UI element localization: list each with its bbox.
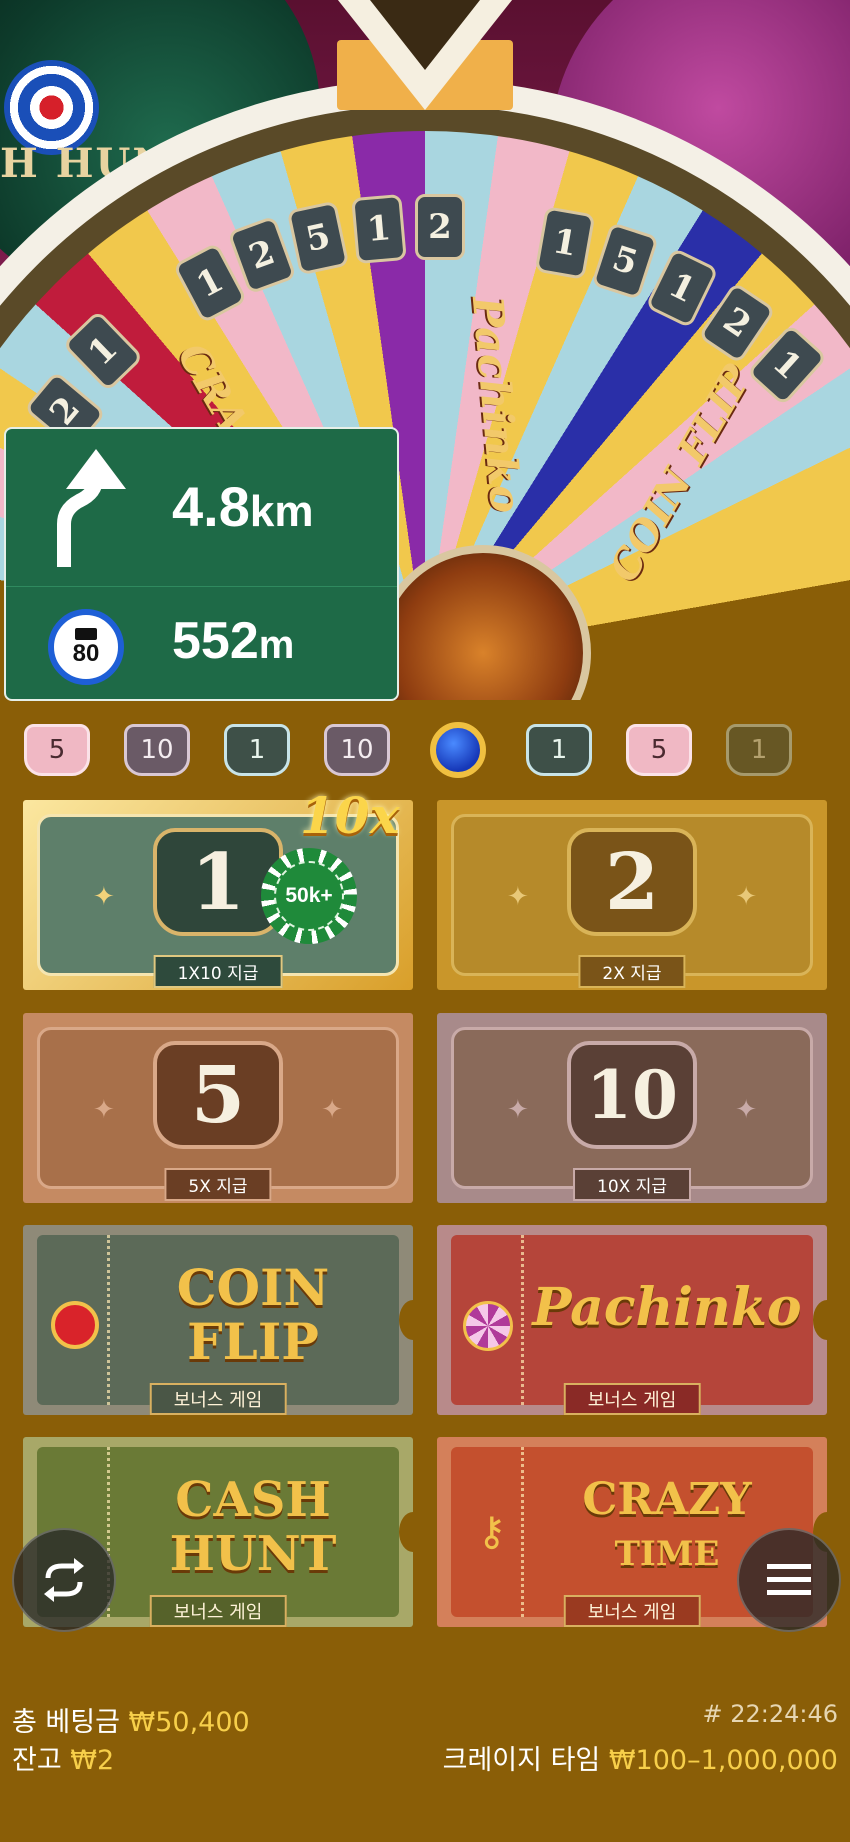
star-icon: ✦: [93, 882, 115, 912]
coin-flip-title: COIN FLIP: [176, 1258, 330, 1371]
ticket-notch: [399, 1300, 413, 1340]
payout-label: 1X10 지급: [153, 955, 283, 988]
ticket-stub: [451, 1235, 524, 1405]
hamburger-menu-icon: [767, 1564, 811, 1595]
star-icon: ✦: [93, 1095, 115, 1125]
speed-camera-icon: 80: [48, 609, 124, 685]
round-id: # 22:24:46: [702, 1700, 838, 1728]
ticket-notch: [813, 1300, 827, 1340]
total-bet-value: ₩50,400: [128, 1707, 250, 1738]
wheel-segment: 2: [415, 194, 465, 260]
star-icon: ✦: [735, 1095, 757, 1125]
star-icon: ✦: [507, 882, 529, 912]
rotate-arrows-icon: [44, 1558, 84, 1602]
bonus-game-label: 보너스 게임: [563, 1595, 701, 1627]
coin-icon: [51, 1301, 99, 1349]
bonus-game-label: 보너스 게임: [563, 1383, 701, 1415]
payout-label: 5X 지급: [164, 1168, 272, 1201]
bonus-game-label: 보너스 게임: [149, 1383, 287, 1415]
limits-value: ₩100–1,000,000: [608, 1745, 838, 1776]
cash-hunt-title: CASH HUNT: [169, 1472, 337, 1582]
turn-right-arrow-icon: [57, 449, 126, 567]
wheel-pointer-inner: [370, 0, 480, 70]
pachinko-title: Pachinko: [532, 1277, 802, 1338]
bet-number: 5: [153, 1041, 283, 1149]
bet-spot-10[interactable]: ✦ ✦ 10 10X 지급: [437, 1013, 827, 1203]
history-bonus-icon: [430, 722, 486, 778]
total-bet: 총 베팅금 ₩50,400: [12, 1707, 250, 1738]
star-icon: ✦: [735, 882, 757, 912]
payout-label: 2X 지급: [578, 955, 686, 988]
bet-number: 10: [567, 1041, 697, 1149]
wheel-segment: 1: [351, 193, 407, 265]
star-icon: ✦: [321, 1095, 343, 1125]
menu-button[interactable]: [737, 1528, 841, 1632]
payout-label: 10X 지급: [573, 1168, 691, 1201]
history-result: 1: [526, 724, 592, 776]
game-limits: 크레이지 타임 ₩100–1,000,000: [442, 1745, 838, 1776]
history-result: 5: [24, 724, 90, 776]
balance-value: ₩2: [70, 1745, 115, 1776]
bet-spot-pachinko[interactable]: Pachinko 보너스 게임: [437, 1225, 827, 1415]
speed-limit: 80: [72, 640, 100, 667]
ticket-stub: [37, 1235, 110, 1405]
camera-icon: [75, 628, 97, 640]
ticket-stub: ⚷: [451, 1447, 524, 1617]
history-result: 1: [726, 724, 792, 776]
key-icon: ⚷: [477, 1509, 507, 1555]
star-icon: ✦: [507, 1095, 529, 1125]
top-slot-multiplier: 10x: [300, 786, 400, 845]
history-result: 1: [224, 724, 290, 776]
history-result: 10: [324, 724, 390, 776]
bet-spot-5[interactable]: ✦ ✦ 5 5X 지급: [23, 1013, 413, 1203]
history-result: 10: [124, 724, 190, 776]
rotate-view-button[interactable]: [12, 1528, 116, 1632]
bet-info-footer: 총 베팅금 ₩50,400 # 22:24:46 잔고 ₩2 크레이지 타임 ₩…: [0, 1690, 850, 1842]
bet-spot-2[interactable]: ✦ ✦ 2 2X 지급: [437, 800, 827, 990]
bet-number: 2: [567, 828, 697, 936]
bonus-game-label: 보너스 게임: [149, 1595, 287, 1627]
turn-distance: 4.8km: [172, 475, 314, 538]
ticket-notch: [399, 1512, 413, 1552]
results-history: 5 10 1 10 1 5 1: [0, 716, 850, 782]
balance: 잔고 ₩2: [12, 1745, 115, 1776]
navigation-overlay[interactable]: 4.8km 80 552m: [4, 427, 399, 701]
bet-spot-coin-flip[interactable]: COIN FLIP 보너스 게임: [23, 1225, 413, 1415]
nav-divider: [6, 586, 397, 587]
history-result: 5: [626, 724, 692, 776]
placed-chip: 50k+: [261, 848, 357, 944]
camera-distance: 552m: [172, 612, 295, 670]
candy-icon: [463, 1301, 513, 1351]
